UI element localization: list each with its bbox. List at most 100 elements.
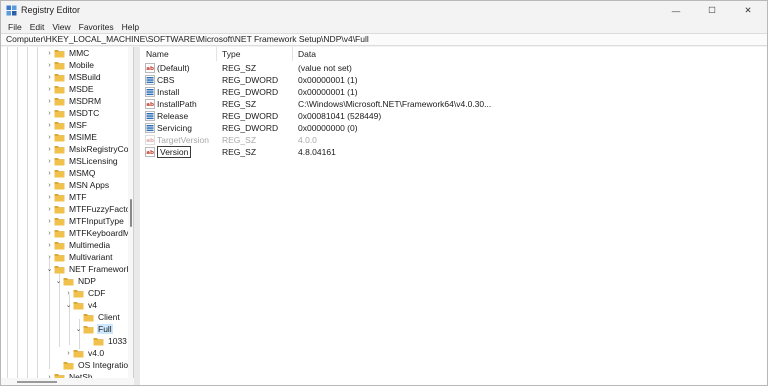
chevron-right-icon[interactable]: ›: [45, 239, 54, 251]
dword-value-icon: [145, 111, 155, 121]
string-value-icon: ab: [145, 63, 155, 73]
tree-node-label: v4.0: [88, 348, 105, 358]
tree-node[interactable]: › MTF: [45, 191, 87, 203]
tree-node[interactable]: › v4.0: [64, 347, 105, 359]
chevron-down-icon[interactable]: ⌄: [54, 275, 63, 287]
tree-node-label: 1033: [108, 336, 127, 346]
menu-favorites[interactable]: Favorites: [75, 22, 118, 32]
folder-icon: [83, 325, 94, 333]
column-header-name[interactable]: Name: [140, 47, 216, 61]
value-row[interactable]: ab InstallPath REG_SZ C:\Windows\Microsoft.…: [140, 98, 767, 110]
tree-node[interactable]: OS Integration: [54, 359, 133, 371]
value-data: C:\Windows\Microsoft.NET\Framework64\v4.…: [298, 99, 492, 109]
value-row[interactable]: Install REG_DWORD 0x00000001 (1): [140, 86, 767, 98]
chevron-right-icon[interactable]: ›: [45, 131, 54, 143]
tree-node[interactable]: › MSDTC: [45, 107, 100, 119]
value-row[interactable]: CBS REG_DWORD 0x00000001 (1): [140, 74, 767, 86]
chevron-right-icon[interactable]: ›: [45, 83, 54, 95]
menu-help[interactable]: Help: [118, 22, 143, 32]
tree-node[interactable]: › MSDE: [45, 83, 95, 95]
value-row[interactable]: Servicing REG_DWORD 0x00000000 (0): [140, 122, 767, 134]
chevron-right-icon[interactable]: ›: [45, 119, 54, 131]
chevron-right-icon[interactable]: ›: [45, 191, 54, 203]
folder-icon: [54, 133, 65, 141]
menu-edit[interactable]: Edit: [26, 22, 49, 32]
chevron-right-icon[interactable]: ›: [45, 179, 54, 191]
tree-node[interactable]: › MSLicensing: [45, 155, 119, 167]
folder-icon: [54, 229, 65, 237]
key-tree: › MMC › Mobile › MSBuild › MSDE › MSDRM › MSDTC › MSF…: [1, 47, 134, 381]
chevron-right-icon[interactable]: ›: [45, 71, 54, 83]
tree-node[interactable]: › MTFFuzzyFactors: [45, 203, 133, 215]
chevron-right-icon[interactable]: ›: [45, 143, 54, 155]
chevron-right-icon[interactable]: ›: [64, 347, 73, 359]
tree-node[interactable]: › MSMQ: [45, 167, 96, 179]
chevron-right-icon[interactable]: ›: [45, 251, 54, 263]
minimize-button[interactable]: —: [658, 1, 694, 20]
tree-node[interactable]: ⌄ NDP: [54, 275, 97, 287]
value-name: (Default): [157, 63, 190, 73]
tree-node[interactable]: 1033: [84, 335, 128, 347]
tree-node-label: OS Integration: [78, 360, 133, 370]
chevron-right-icon[interactable]: ›: [45, 95, 54, 107]
value-row[interactable]: Release REG_DWORD 0x00081041 (528449): [140, 110, 767, 122]
value-row[interactable]: ab (Default) REG_SZ (value not set): [140, 62, 767, 74]
tree-node-label: v4: [88, 300, 97, 310]
tree-node[interactable]: › MSIME: [45, 131, 98, 143]
chevron-right-icon[interactable]: ›: [45, 215, 54, 227]
tree-node-label: MSLicensing: [69, 156, 118, 166]
tree-hscroll-thumb[interactable]: [17, 381, 57, 383]
tree-node[interactable]: › MMC: [45, 47, 90, 59]
tree-node[interactable]: › MSF: [45, 119, 88, 131]
chevron-right-icon[interactable]: ›: [45, 155, 54, 167]
menu-file[interactable]: File: [4, 22, 26, 32]
folder-icon: [83, 313, 94, 321]
tree-scroll-thumb[interactable]: [130, 199, 132, 227]
folder-icon: [63, 277, 74, 285]
chevron-right-icon[interactable]: ›: [45, 59, 54, 71]
tree-node-label: CDF: [88, 288, 106, 298]
tree-node[interactable]: › MSDRM: [45, 95, 102, 107]
tree-node[interactable]: ⌄ NET Framework S: [45, 263, 133, 275]
tree-node[interactable]: › MSN Apps: [45, 179, 110, 191]
tree-node[interactable]: › Mobile: [45, 59, 95, 71]
value-type: REG_DWORD: [222, 87, 279, 97]
tree-node[interactable]: › MTFKeyboardMa: [45, 227, 133, 239]
chevron-right-icon[interactable]: ›: [45, 47, 54, 59]
tree-node[interactable]: › CDF: [64, 287, 106, 299]
tree-node[interactable]: › MSBuild: [45, 71, 102, 83]
tree-node[interactable]: ⌄ Full: [74, 323, 113, 335]
value-data: 0x00081041 (528449): [298, 111, 382, 121]
value-row[interactable]: ab TargetVersion REG_SZ 4.0.0: [140, 134, 767, 146]
svg-text:ab: ab: [146, 150, 154, 156]
tree-node-label: Mobile: [69, 60, 95, 70]
tree-guide-line: [27, 47, 28, 381]
tree-guide-line: [37, 47, 38, 381]
chevron-right-icon[interactable]: ›: [64, 287, 73, 299]
column-header-data[interactable]: Data: [292, 47, 532, 61]
column-header-type[interactable]: Type: [216, 47, 292, 61]
menu-view[interactable]: View: [48, 22, 74, 32]
maximize-button[interactable]: ☐: [694, 1, 730, 20]
tree-node[interactable]: › MTFInputType: [45, 215, 125, 227]
tree-node[interactable]: Client: [74, 311, 121, 323]
folder-icon: [54, 169, 65, 177]
registry-editor-window: Registry Editor — ☐ ✕ File Edit View Fav…: [0, 0, 768, 386]
tree-node[interactable]: › Multimedia: [45, 239, 111, 251]
chevron-right-icon[interactable]: ›: [45, 227, 54, 239]
chevron-down-icon[interactable]: ⌄: [74, 323, 83, 335]
values-list: Name Type Data ab (Default) REG_SZ (value n…: [140, 47, 767, 385]
tree-node-label: MMC: [69, 48, 90, 58]
value-row[interactable]: ab Version REG_SZ 4.8.04161: [140, 146, 767, 158]
address-bar[interactable]: Computer\HKEY_LOCAL_MACHINE\SOFTWARE\Mic…: [1, 33, 767, 46]
chevron-down-icon[interactable]: ⌄: [64, 299, 73, 311]
tree-node[interactable]: › MsixRegistryCom: [45, 143, 133, 155]
tree-node[interactable]: › Multivariant: [45, 251, 113, 263]
tree-node[interactable]: ⌄ v4: [64, 299, 98, 311]
chevron-right-icon[interactable]: ›: [45, 107, 54, 119]
chevron-down-icon[interactable]: ⌄: [45, 263, 54, 275]
chevron-right-icon[interactable]: ›: [45, 167, 54, 179]
chevron-right-icon[interactable]: ›: [45, 203, 54, 215]
close-button[interactable]: ✕: [730, 1, 766, 20]
folder-icon: [73, 349, 84, 357]
